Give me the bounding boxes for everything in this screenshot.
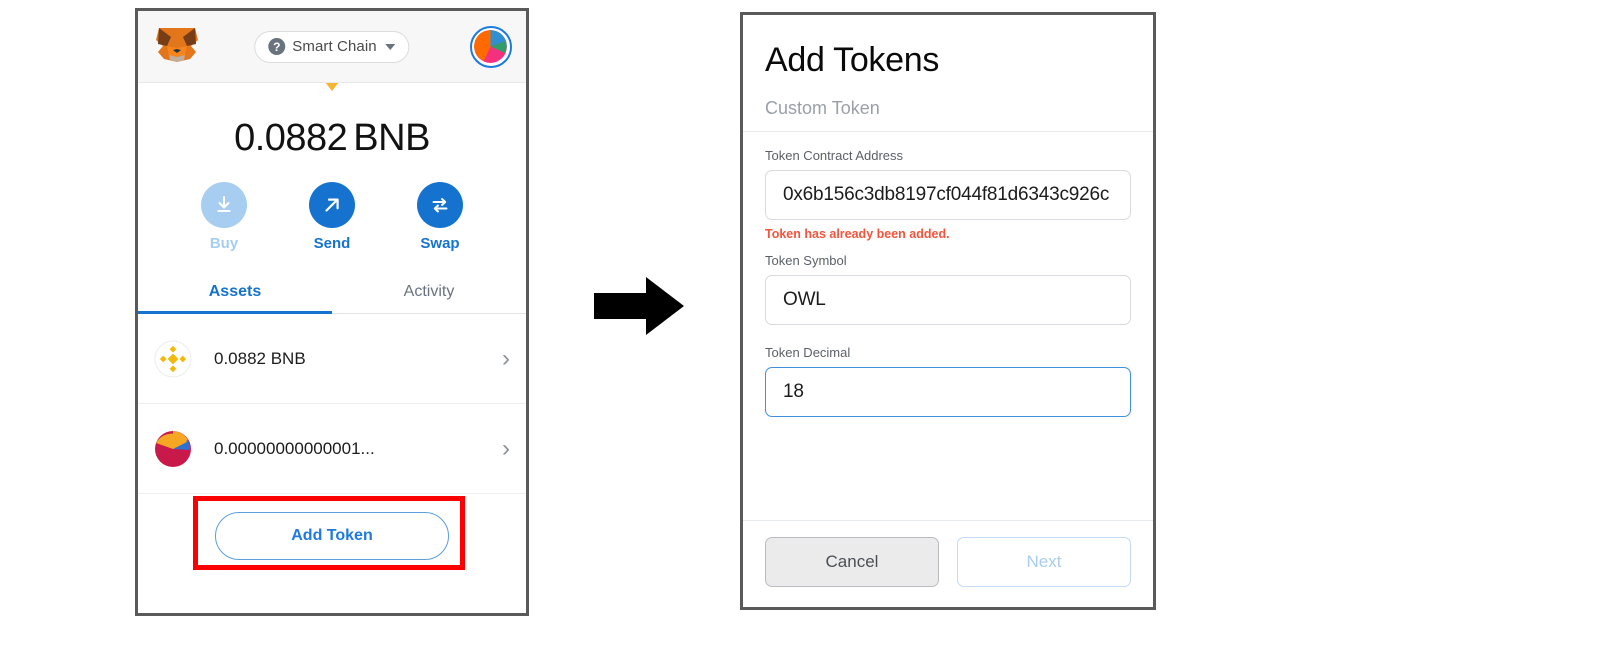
dialog-footer: Cancel Next: [743, 520, 1153, 607]
token-contract-address-label: Token Contract Address: [765, 148, 904, 163]
network-name-label: Smart Chain: [292, 38, 377, 55]
wallet-tabs: Assets Activity: [138, 272, 526, 314]
account-avatar[interactable]: [470, 25, 512, 68]
balance-amount-value: 0.0882: [234, 117, 348, 159]
tab-custom-token[interactable]: Custom Token: [765, 98, 880, 131]
add-token-button[interactable]: Add Token: [215, 512, 449, 560]
buy-button[interactable]: Buy: [193, 182, 255, 252]
tab-assets-label: Assets: [208, 283, 262, 300]
add-token-form: Token Contract Address Token has already…: [743, 132, 1153, 520]
asset-amount-label: 0.0882 BNB: [214, 348, 306, 368]
wallet-body: 0.0882 BNB Buy Send Swap Assets Activity…: [138, 83, 526, 578]
chevron-right-icon: ›: [502, 434, 510, 462]
question-mark-icon: ?: [268, 38, 286, 55]
balance-caret-icon: [310, 83, 354, 105]
page-title: Add Tokens: [765, 41, 940, 79]
tab-activity-label: Activity: [403, 283, 455, 300]
send-button-label: Send: [313, 235, 351, 252]
send-button[interactable]: Send: [301, 182, 363, 252]
cancel-button[interactable]: Cancel: [765, 537, 939, 587]
buy-button-label: Buy: [209, 235, 239, 252]
tab-activity[interactable]: Activity: [332, 272, 526, 313]
balance-unit-label: BNB: [353, 117, 430, 159]
token-decimal-label: Token Decimal: [765, 345, 851, 360]
add-token-area: Add Token: [138, 494, 526, 578]
bnb-token-icon: [154, 340, 192, 378]
owl-token-icon: [154, 430, 192, 468]
next-button[interactable]: Next: [957, 537, 1131, 587]
table-row[interactable]: 0.00000000000001... ›: [138, 404, 526, 494]
wallet-action-buttons: Buy Send Swap: [138, 160, 526, 258]
add-tokens-dialog: Add Tokens Custom Token Token Contract A…: [740, 12, 1156, 610]
token-contract-address-input[interactable]: [765, 170, 1131, 220]
token-contract-address-error: Token has already been added.: [765, 227, 950, 241]
network-selector[interactable]: ? Smart Chain: [254, 30, 410, 63]
swap-arrows-icon: [417, 182, 463, 228]
tab-assets[interactable]: Assets: [138, 272, 332, 314]
dialog-tabs: Custom Token: [743, 80, 1153, 132]
token-decimal-input[interactable]: [765, 367, 1131, 417]
right-arrow-icon: [594, 275, 684, 337]
table-row[interactable]: 0.0882 BNB ›: [138, 314, 526, 404]
asset-amount-label: 0.00000000000001...: [214, 438, 375, 458]
swap-button[interactable]: Swap: [409, 182, 471, 252]
token-decimal-field: Token Decimal: [765, 345, 1131, 417]
screenshot-stage: ? Smart Chain 0.0882 BNB Buy Send Swap A…: [0, 0, 1616, 654]
token-contract-address-field: Token Contract Address Token has already…: [765, 148, 1131, 241]
form-spacer: [765, 331, 1131, 345]
wallet-header: ? Smart Chain: [138, 11, 526, 83]
metamask-wallet-panel: ? Smart Chain 0.0882 BNB Buy Send Swap A…: [135, 8, 529, 616]
token-symbol-label: Token Symbol: [765, 253, 847, 268]
token-symbol-field: Token Symbol: [765, 253, 1131, 325]
download-arrow-icon: [201, 182, 247, 228]
arrow-up-right-icon: [309, 182, 355, 228]
metamask-fox-logo: [154, 26, 200, 68]
chevron-down-icon: [385, 43, 396, 50]
chevron-right-icon: ›: [502, 344, 510, 372]
swap-button-label: Swap: [420, 235, 460, 252]
token-symbol-input[interactable]: [765, 275, 1131, 325]
